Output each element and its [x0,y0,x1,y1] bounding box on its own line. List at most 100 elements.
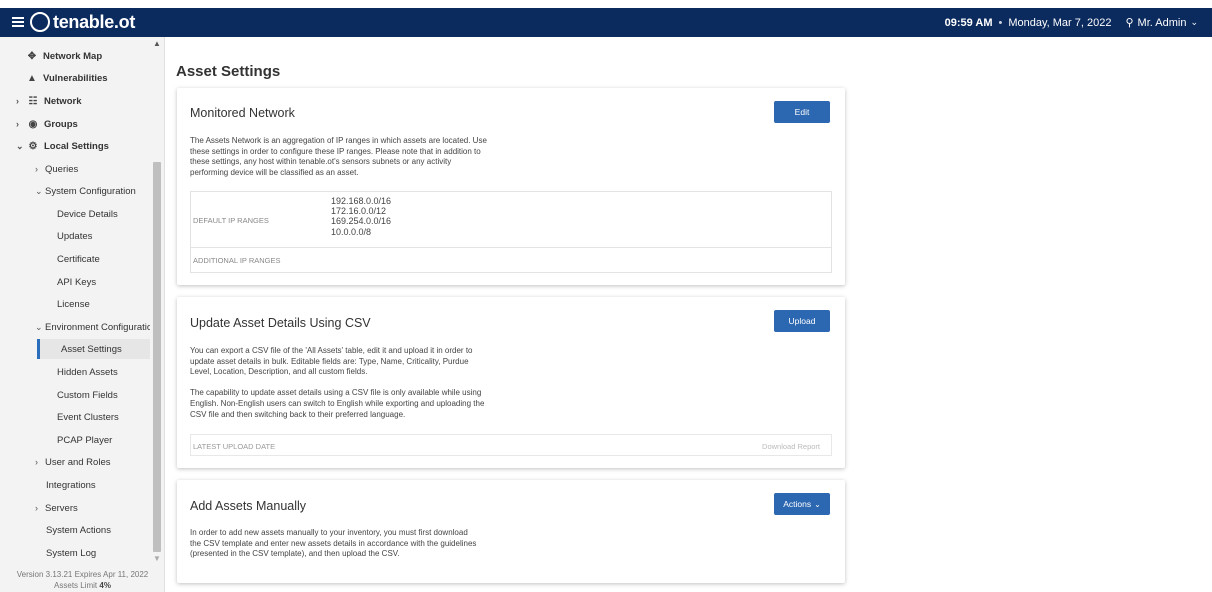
description-line: The capability to update asset details u… [190,388,482,398]
chevron-right-icon: › [16,119,19,129]
sidebar-item-system-configuration[interactable]: ⌄ System Configuration [35,181,136,201]
add-assets-title: Add Assets Manually [190,499,307,513]
edit-button[interactable]: Edit [774,101,830,123]
chevron-right-icon: › [35,457,38,467]
description-line: these settings in order to configure the… [190,146,481,156]
additional-ip-ranges-row: ADDITIONAL IP RANGES [191,248,831,272]
sidebar-item-label: Queries [45,163,79,175]
chevron-down-icon: ⌄ [35,185,43,196]
sidebar-item-local-settings[interactable]: ⌄ ⚙ Local Settings [16,136,109,156]
user-name: Mr. Admin [1137,16,1187,29]
sidebar-item-label: PCAP Player [57,434,113,446]
download-report-link[interactable]: Download Report [762,442,820,451]
description-line: performing device will be classified as … [190,167,359,177]
ip-ranges-table: DEFAULT IP RANGES 192.168.0.0/16 172.16.… [190,191,832,273]
ip-range: 192.168.0.0/16 [331,196,392,206]
sidebar-item-device-details[interactable]: Device Details [57,204,118,224]
sidebar-item-certificate[interactable]: Certificate [57,249,100,269]
sidebar-item-system-log[interactable]: System Log [46,543,96,563]
sidebar-item-label: Certificate [57,253,100,265]
sidebar-item-network[interactable]: › ☷ Network [16,91,81,111]
actions-button-label: Actions [783,499,812,509]
user-menu[interactable]: ⚲ Mr. Admin ⌄ [1125,16,1198,30]
add-assets-description: In order to add new assets manually to y… [190,528,476,560]
sidebar-nav: ✥ Network Map ▲ Vulnerabilities › ☷ Netw… [0,37,150,565]
description-line: (presented in the CSV template), and the… [190,549,400,559]
sidebar-item-updates[interactable]: Updates [57,226,92,246]
sidebar-scrollbar[interactable]: ▲ ▼ [151,37,163,565]
main-content: Asset Settings Monitored Network Edit Th… [165,37,1212,592]
network-icon: ☷ [28,95,38,107]
scroll-down-arrow-icon[interactable]: ▼ [153,554,161,563]
upload-button[interactable]: Upload [774,310,830,332]
sidebar-item-license[interactable]: License [57,294,90,314]
sidebar-item-environment-configuration[interactable]: ⌄ Environment Configuration [35,317,150,337]
sidebar-item-label: User and Roles [45,456,111,468]
sidebar-item-hidden-assets[interactable]: Hidden Assets [57,362,118,382]
chevron-down-icon: ⌄ [35,321,43,332]
sidebar-item-label: Network [44,95,82,107]
sidebar-item-system-actions[interactable]: System Actions [46,520,111,540]
sidebar-item-network-map[interactable]: ✥ Network Map [25,46,102,66]
app-header: tenable.ot 09:59 AM • Monday, Mar 7, 202… [0,8,1212,37]
csv-upload-title: Update Asset Details Using CSV [190,316,371,330]
actions-button[interactable]: Actions ⌄ [774,493,830,515]
header-date: Monday, Mar 7, 2022 [1008,16,1112,29]
sidebar-item-label: Groups [44,118,78,130]
chevron-right-icon: › [35,164,38,174]
sidebar-item-custom-fields[interactable]: Custom Fields [57,385,118,405]
chevron-down-icon: ⌄ [1190,17,1198,27]
sidebar-item-integrations[interactable]: Integrations [46,475,96,495]
sidebar-item-label: System Actions [46,524,111,536]
settings-icon: ⚙ [28,140,38,152]
scroll-up-arrow-icon[interactable]: ▲ [153,39,161,48]
csv-upload-card: Update Asset Details Using CSV Upload Yo… [177,297,845,468]
sidebar-item-label: Updates [57,230,93,242]
sidebar-item-user-and-roles[interactable]: › User and Roles [35,452,110,472]
chevron-down-icon: ⌄ [16,140,24,151]
sidebar-item-servers[interactable]: › Servers [35,498,78,518]
sidebar-item-event-clusters[interactable]: Event Clusters [57,407,119,427]
add-assets-card: Add Assets Manually Actions ⌄ In order t… [177,480,845,583]
network-map-icon: ✥ [27,50,37,62]
sidebar-item-label: System Log [46,547,97,559]
sidebar-item-label: License [57,298,90,310]
chevron-down-icon: ⌄ [814,499,821,509]
version-info: Version 3.13.21 Expires Apr 11, 2022 Ass… [0,569,165,591]
app-logo[interactable]: tenable.ot [30,11,135,33]
monitored-network-title: Monitored Network [190,106,295,120]
header-status: 09:59 AM • Monday, Mar 7, 2022 ⚲ Mr. Adm… [945,16,1198,30]
default-ip-ranges-label: DEFAULT IP RANGES [193,216,269,225]
chevron-right-icon: › [35,503,38,513]
sidebar-item-asset-settings[interactable]: Asset Settings [37,339,150,359]
ip-range: 169.254.0.0/16 [331,216,392,227]
additional-ip-ranges-label: ADDITIONAL IP RANGES [193,256,281,265]
monitored-network-description: The Assets Network is an aggregation of … [190,136,487,178]
sidebar-item-groups[interactable]: › ◉ Groups [16,114,78,134]
sidebar-item-vulnerabilities[interactable]: ▲ Vulnerabilities [25,68,108,88]
monitored-network-card: Monitored Network Edit The Assets Networ… [177,88,845,285]
csv-upload-description: You can export a CSV file of the 'All As… [190,346,484,420]
user-icon: ⚲ [1125,17,1134,29]
sidebar-item-label: Device Details [57,208,118,220]
default-ip-ranges-values: 192.168.0.0/16 172.16.0.0/12 169.254.0.0… [331,196,391,237]
sidebar-item-label: Network Map [43,50,103,62]
description-line: The Assets Network is an aggregation of … [190,136,487,145]
header-separator: • [998,16,1003,29]
sidebar-item-label: Environment Configuration [45,321,150,333]
sidebar-item-queries[interactable]: › Queries [35,159,78,179]
description-line: these settings, any host within tenable.… [190,157,452,167]
scrollbar-thumb[interactable] [153,162,161,552]
sidebar-item-label: System Configuration [45,185,136,197]
sidebar-item-label: Servers [45,502,78,514]
description-line [190,378,484,389]
hamburger-menu-icon[interactable] [12,15,24,29]
sidebar-item-label: Local Settings [44,140,109,152]
sidebar-item-label: Hidden Assets [57,366,118,378]
sidebar-item-pcap-player[interactable]: PCAP Player [57,430,112,450]
chevron-right-icon: › [16,96,19,106]
sidebar-item-label: Asset Settings [61,343,122,355]
assets-limit-label: Assets Limit [54,581,98,590]
description-line: You can export a CSV file of the 'All As… [190,346,473,355]
sidebar-item-api-keys[interactable]: API Keys [57,272,96,292]
